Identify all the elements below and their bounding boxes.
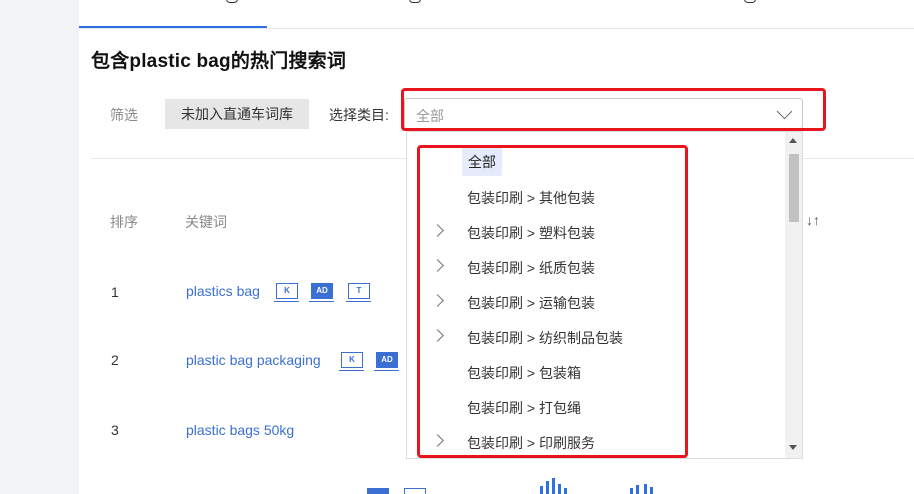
tab-icon[interactable] [226, 0, 238, 3]
badge-k-icon: K [339, 352, 364, 371]
category-dropdown[interactable]: 全部 包装印刷 > 其他包装 包装印刷 > 塑料包装 包装印刷 > 纸质包装 包… [406, 131, 803, 459]
tab-icon[interactable] [409, 0, 421, 3]
dropdown-item[interactable]: 包装印刷 > 包装箱 [407, 354, 785, 389]
dropdown-scrollbar[interactable] [785, 132, 802, 458]
chevron-down-icon [776, 103, 793, 120]
dropdown-item-label: 包装印刷 > 包装箱 [467, 365, 581, 381]
badge-k-icon [404, 488, 426, 494]
chevron-right-icon[interactable] [431, 224, 444, 237]
dropdown-item-label: 包装印刷 > 打包绳 [467, 400, 581, 416]
dropdown-item[interactable]: 包装印刷 > 塑料包装 [407, 214, 785, 249]
dropdown-item-label: 全部 [462, 148, 502, 176]
column-header-rank: 排序 [110, 214, 138, 230]
category-select[interactable]: 全部 [404, 98, 803, 129]
keyword-link[interactable]: plastic bag packaging [186, 352, 321, 368]
table-row-rank: 1 [111, 284, 119, 300]
dropdown-item-label: 包装印刷 > 纸质包装 [467, 260, 595, 276]
active-tab-indicator [79, 26, 267, 28]
chevron-right-icon[interactable] [431, 259, 444, 272]
section-title: 包含plastic bag的热门搜索词 [91, 51, 347, 72]
top-tabs [79, 0, 914, 29]
keyword-link[interactable]: plastics bag [186, 283, 260, 299]
category-label: 选择类目: [329, 107, 389, 123]
trend-sparkline [630, 484, 660, 494]
chevron-right-icon[interactable] [431, 434, 444, 447]
table-row-rank: 3 [111, 422, 119, 438]
dropdown-item[interactable]: 包装印刷 > 打包绳 [407, 389, 785, 424]
dropdown-item[interactable]: 包装印刷 > 运输包装 [407, 284, 785, 319]
scroll-up-icon[interactable] [789, 138, 797, 143]
main-panel: 包含plastic bag的热门搜索词 筛选 未加入直通车词库 选择类目: 全部… [79, 0, 914, 494]
sort-icon[interactable]: ↓↑ [806, 212, 820, 228]
filter-tag-not-in-library[interactable]: 未加入直通车词库 [165, 99, 309, 129]
chevron-right-icon[interactable] [431, 329, 444, 342]
dropdown-item[interactable]: 包装印刷 > 印刷服务 [407, 424, 785, 458]
dropdown-item[interactable]: 包装印刷 > 纸质包装 [407, 249, 785, 284]
dropdown-item-label: 包装印刷 > 纺织制品包装 [467, 330, 623, 346]
dropdown-item[interactable]: 包装印刷 > 纺织制品包装 [407, 319, 785, 354]
dropdown-item-label: 包装印刷 > 塑料包装 [467, 225, 595, 241]
table-row-rank: 2 [111, 352, 119, 368]
trend-sparkline [540, 478, 580, 494]
keyword-link[interactable]: plastic bags 50kg [186, 422, 294, 438]
badge-ad-icon: AD [309, 283, 334, 302]
tab-icon[interactable] [744, 0, 756, 3]
category-select-value: 全部 [416, 108, 444, 124]
chevron-right-icon[interactable] [431, 294, 444, 307]
dropdown-item-label: 包装印刷 > 运输包装 [467, 295, 595, 311]
dropdown-item-label: 包装印刷 > 其他包装 [467, 190, 595, 206]
badge-ad-icon: AD [374, 352, 399, 371]
dropdown-item[interactable]: 全部 [407, 144, 785, 179]
filter-label: 筛选 [110, 107, 138, 123]
scroll-down-icon[interactable] [789, 445, 797, 450]
dropdown-item-label: 包装印刷 > 印刷服务 [467, 435, 595, 451]
dropdown-item[interactable]: 包装印刷 > 其他包装 [407, 179, 785, 214]
column-header-keyword: 关键词 [185, 214, 227, 230]
badge-ad-icon [367, 488, 389, 494]
scroll-thumb[interactable] [789, 154, 799, 222]
badge-t-icon: T [346, 283, 371, 302]
badge-k-icon: K [274, 283, 299, 302]
